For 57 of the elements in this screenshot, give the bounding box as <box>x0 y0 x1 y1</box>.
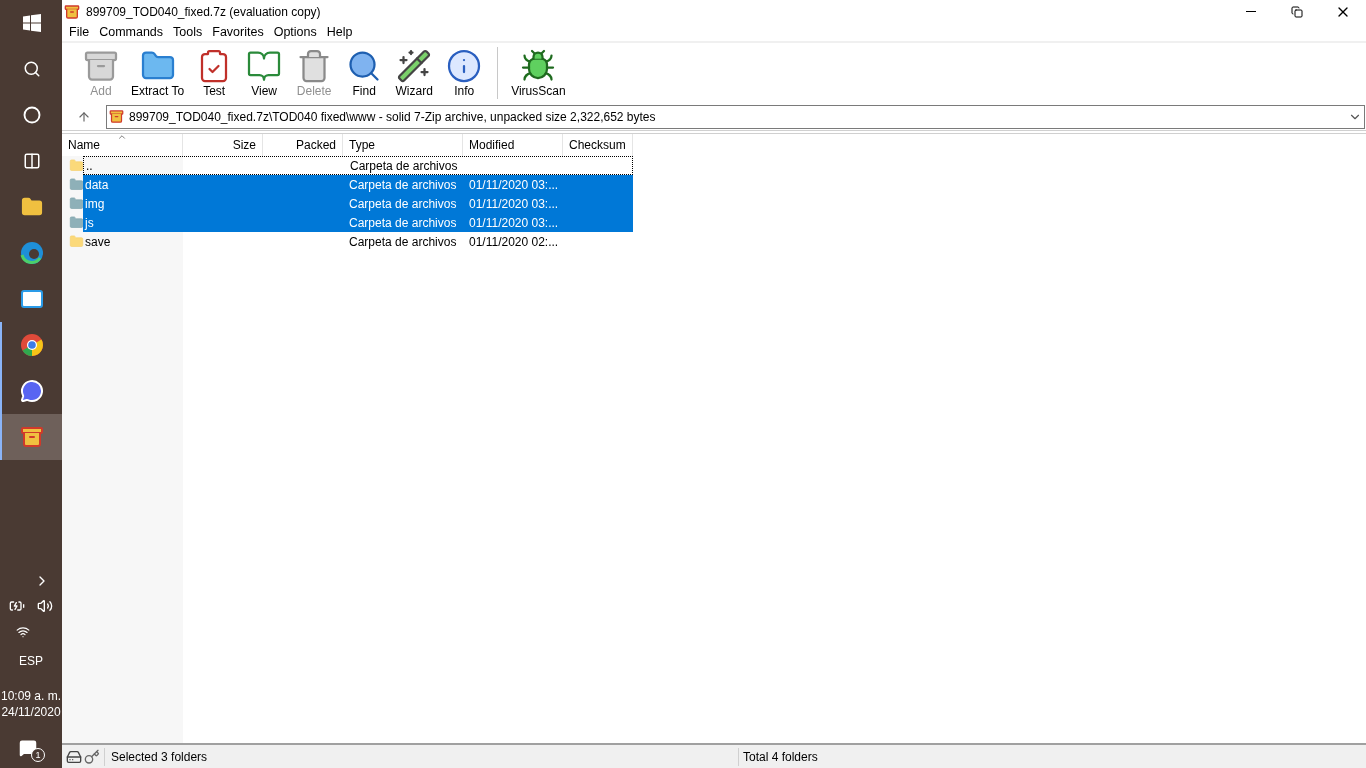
path-field[interactable]: 899709_TOD040_fixed.7z\TOD040 fixed\www - solid 7-Zip archive, unpacked size 2,322,652 bytes <box>106 104 1365 129</box>
file-row[interactable]: data Carpeta de archivos 01/11/2020 03:... <box>83 175 633 194</box>
restore-icon <box>1291 5 1303 18</box>
archive-icon <box>109 109 124 124</box>
toolbar-button[interactable]: Info <box>439 47 490 99</box>
status-selection: Selected 3 folders <box>104 747 738 766</box>
magic-wand-icon <box>396 47 433 84</box>
speaker-icon[interactable] <box>37 598 53 614</box>
menu-item[interactable]: File <box>64 22 95 42</box>
drive-icon <box>66 748 82 765</box>
folder-icon <box>69 234 84 249</box>
menu-item[interactable]: Options <box>268 22 322 42</box>
archive-icon <box>20 425 44 449</box>
archive-icon <box>64 3 80 20</box>
clock-date[interactable]: 24/11/2020 <box>1 704 61 720</box>
menu-item[interactable]: Commands <box>94 22 169 42</box>
file-row[interactable]: js Carpeta de archivos 01/11/2020 03:... <box>83 213 633 232</box>
toolbar-button[interactable]: Extract To <box>126 47 190 99</box>
toolbar-button[interactable]: Wizard <box>389 47 440 99</box>
minimize-icon <box>1246 11 1256 12</box>
menu-item[interactable]: Help <box>321 22 358 42</box>
key-icon <box>84 748 100 765</box>
menu-item[interactable]: Favorites <box>207 22 269 42</box>
folder-icon <box>69 177 84 192</box>
toolbar-button[interactable]: Test <box>189 47 240 99</box>
sort-caret-icon <box>117 132 127 142</box>
toolbar-button[interactable]: VirusScan <box>506 47 571 99</box>
circle-icon <box>23 106 41 124</box>
language-indicator[interactable]: ESP <box>19 652 43 670</box>
menu-item[interactable]: Tools <box>168 22 208 42</box>
column-header[interactable]: Packed <box>263 134 343 156</box>
column-header[interactable]: Checksum <box>563 134 633 156</box>
column-header[interactable]: Modified <box>463 134 563 156</box>
chrome-logo-icon <box>20 333 44 357</box>
folder-icon <box>69 215 84 230</box>
battery-icon[interactable] <box>9 598 25 614</box>
toolbar-button[interactable]: View <box>239 47 290 99</box>
status-total: Total 4 folders <box>738 747 818 766</box>
window-title: 899709_TOD040_fixed.7z (evaluation copy) <box>86 3 321 21</box>
file-row[interactable]: save Carpeta de archivos 01/11/2020 02:... <box>83 232 633 251</box>
column-header[interactable]: Size <box>183 134 263 156</box>
folder-icon <box>69 158 84 173</box>
clock-time[interactable]: 10:09 a. m. <box>0 688 61 704</box>
windows-logo-icon <box>23 14 41 32</box>
column-header[interactable]: Type <box>343 134 463 156</box>
toolbar-button[interactable]: Find <box>339 47 390 99</box>
info-icon <box>446 47 483 84</box>
task-view-icon <box>23 152 41 170</box>
bug-icon <box>520 47 557 84</box>
search-icon <box>23 60 41 78</box>
notifications-button[interactable]: 1 <box>19 736 43 760</box>
folder-icon <box>21 196 43 218</box>
chat-bubble-icon <box>20 379 44 403</box>
edge-logo-icon <box>20 241 44 265</box>
file-row[interactable]: img Carpeta de archivos 01/11/2020 03:... <box>83 194 633 213</box>
folder-icon <box>69 196 84 211</box>
wifi-icon[interactable] <box>16 625 30 639</box>
